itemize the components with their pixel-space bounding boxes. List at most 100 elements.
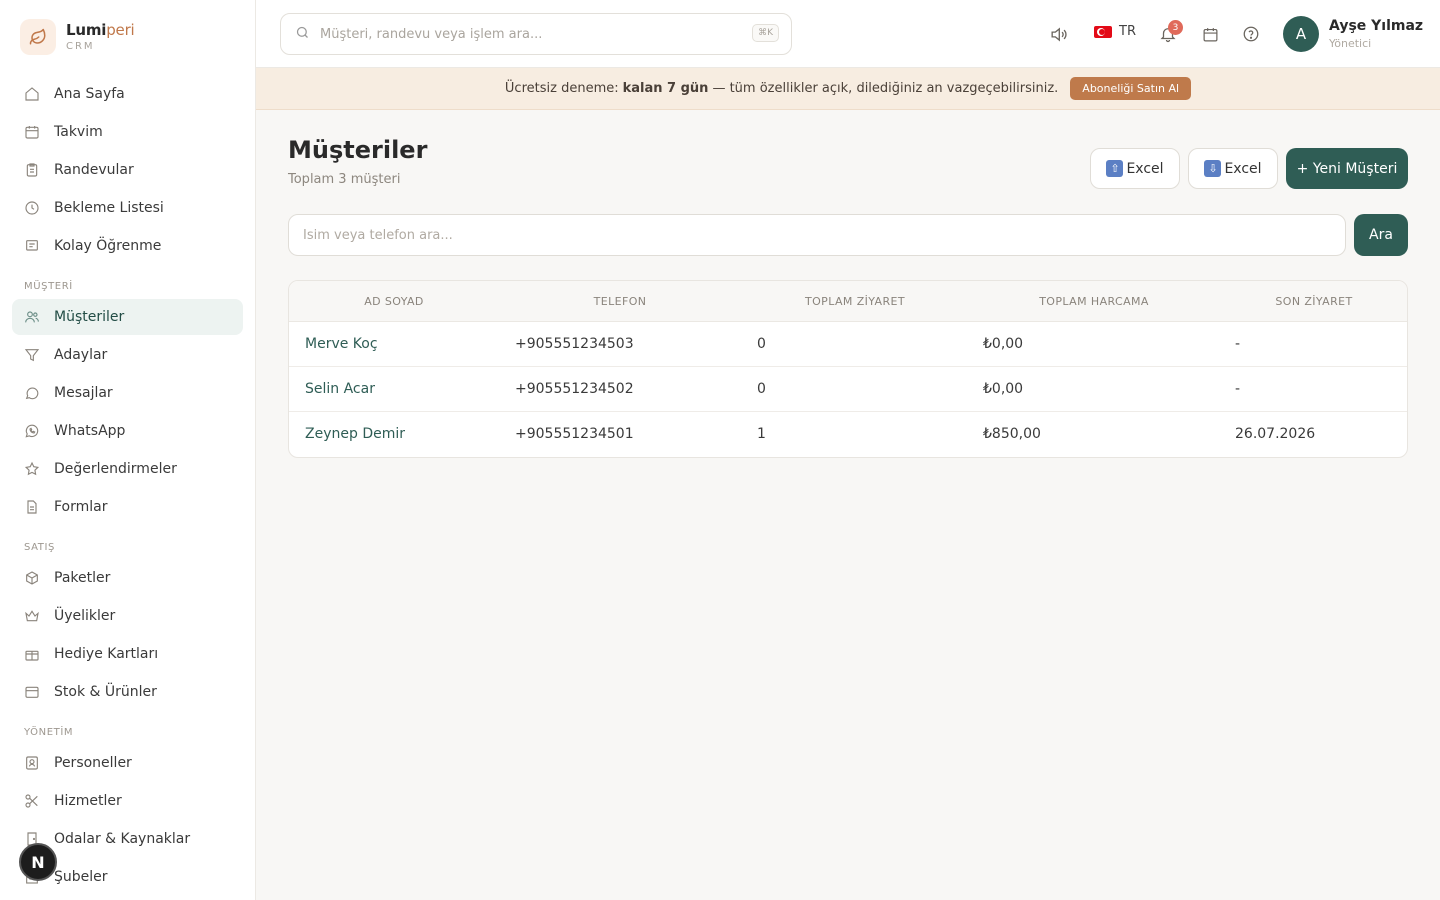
gift-icon bbox=[24, 646, 40, 662]
sidebar-item-takvim[interactable]: Takvim bbox=[12, 114, 243, 150]
crown-icon bbox=[24, 608, 40, 624]
banner-suffix: — tüm özellikler açık, dilediğiniz an va… bbox=[712, 81, 1059, 96]
turkey-flag-icon bbox=[1094, 25, 1112, 38]
customer-visits: 0 bbox=[757, 336, 766, 352]
table-header: AD SOYAD TELEFON TOPLAM ZİYARET TOPLAM H… bbox=[289, 281, 1407, 322]
user-role: Yönetici bbox=[1329, 37, 1372, 50]
users-icon bbox=[24, 309, 40, 325]
sidebar-item-mesajlar[interactable]: Mesajlar bbox=[12, 375, 243, 411]
brand-sub: CRM bbox=[66, 40, 95, 52]
column-header[interactable]: SON ZİYARET bbox=[1275, 295, 1352, 308]
banner-prefix: Ücretsiz deneme: bbox=[504, 81, 619, 96]
clipboard-icon bbox=[24, 162, 40, 178]
user-name[interactable]: Ayşe Yılmaz bbox=[1329, 18, 1423, 34]
subscribe-button[interactable]: Aboneliği Satın Al bbox=[1070, 77, 1192, 100]
section-satis: SATIŞ bbox=[24, 542, 56, 553]
sidebar-item-label: Adaylar bbox=[54, 347, 108, 363]
customer-name-link[interactable]: Merve Koç bbox=[305, 336, 378, 352]
section-musteri: MÜŞTERİ bbox=[24, 281, 73, 292]
sidebar-item-label: Formlar bbox=[54, 499, 108, 515]
sidebar-item-hediye-kartlari[interactable]: Hediye Kartları bbox=[12, 636, 243, 672]
sidebar-item-label: Hediye Kartları bbox=[54, 646, 159, 662]
home-icon bbox=[24, 86, 40, 102]
calendar-icon bbox=[24, 124, 40, 140]
page-subtitle: Toplam 3 müşteri bbox=[288, 172, 401, 187]
column-header[interactable]: TOPLAM ZİYARET bbox=[805, 295, 905, 308]
sidebar-item-label: Takvim bbox=[54, 124, 103, 140]
table-row[interactable]: Merve Koç +905551234503 0 ₺0,00 - bbox=[289, 322, 1407, 367]
column-header[interactable]: TOPLAM HARCAMA bbox=[1039, 295, 1149, 308]
document-icon bbox=[24, 499, 40, 515]
archive-icon bbox=[24, 684, 40, 700]
sidebar-item-paketler[interactable]: Paketler bbox=[12, 560, 243, 596]
sidebar-item-personeller[interactable]: Personeller bbox=[12, 745, 243, 781]
shortcut-hint: ⌘K bbox=[752, 24, 779, 42]
sidebar-item-label: Paketler bbox=[54, 570, 111, 586]
avatar[interactable]: A bbox=[1283, 16, 1319, 52]
export-excel-button[interactable]: ⇩ Excel bbox=[1188, 148, 1278, 189]
next-dev-button[interactable]: N bbox=[19, 843, 57, 881]
customer-phone: +905551234501 bbox=[515, 426, 634, 442]
speaker-icon[interactable] bbox=[1048, 24, 1068, 44]
filter-icon bbox=[24, 347, 40, 363]
sidebar-item-ana-sayfa[interactable]: Ana Sayfa bbox=[12, 76, 243, 112]
customer-phone: +905551234503 bbox=[515, 336, 634, 352]
box-icon bbox=[24, 570, 40, 586]
arrow-up-icon: ⇧ bbox=[1106, 160, 1124, 177]
sidebar-item-degerlendirmeler[interactable]: Değerlendirmeler bbox=[12, 451, 243, 487]
sidebar-item-label: Hizmetler bbox=[54, 793, 122, 809]
calendar-icon[interactable] bbox=[1200, 24, 1220, 44]
sidebar-item-bekleme-listesi[interactable]: Bekleme Listesi bbox=[12, 190, 243, 226]
global-search-input[interactable] bbox=[320, 26, 740, 42]
page-title: Müşteriler bbox=[288, 136, 428, 164]
sidebar-item-label: Bekleme Listesi bbox=[54, 200, 164, 216]
customer-last-visit: - bbox=[1235, 336, 1241, 352]
leaf-logo-icon bbox=[20, 19, 56, 55]
customer-name-link[interactable]: Zeynep Demir bbox=[305, 426, 405, 442]
import-excel-button[interactable]: ⇧ Excel bbox=[1090, 148, 1180, 189]
sidebar-item-label: WhatsApp bbox=[54, 423, 126, 439]
sidebar-item-label: Üyelikler bbox=[54, 608, 116, 624]
topbar: ⌘K TR 3 A Ayşe Yılmaz Yönetici bbox=[256, 0, 1440, 68]
customer-spend: ₺850,00 bbox=[983, 426, 1041, 442]
customer-name-link[interactable]: Selin Acar bbox=[305, 381, 375, 397]
message-icon bbox=[24, 385, 40, 401]
sidebar-item-uyelikler[interactable]: Üyelikler bbox=[12, 598, 243, 634]
sidebar-item-formlar[interactable]: Formlar bbox=[12, 489, 243, 525]
sidebar-item-label: Kolay Öğrenme bbox=[54, 238, 162, 254]
banner-highlight: kalan 7 gün bbox=[622, 81, 709, 96]
sidebar-item-whatsapp[interactable]: WhatsApp bbox=[12, 413, 243, 449]
new-customer-button[interactable]: + Yeni Müşteri bbox=[1286, 148, 1408, 189]
customer-phone: +905551234502 bbox=[515, 381, 634, 397]
sidebar-item-hizmetler[interactable]: Hizmetler bbox=[12, 783, 243, 819]
sidebar-item-stok-urunler[interactable]: Stok & Ürünler bbox=[12, 674, 243, 710]
help-icon[interactable] bbox=[1241, 24, 1261, 44]
table-row[interactable]: Zeynep Demir +905551234501 1 ₺850,00 26.… bbox=[289, 412, 1407, 457]
sidebar-item-randevular[interactable]: Randevular bbox=[12, 152, 243, 188]
customer-visits: 0 bbox=[757, 381, 766, 397]
language-switcher[interactable]: TR bbox=[1094, 24, 1136, 39]
language-label: TR bbox=[1119, 24, 1136, 39]
sidebar-item-label: Randevular bbox=[54, 162, 134, 178]
customer-search-input[interactable] bbox=[288, 214, 1346, 256]
sidebar-item-adaylar[interactable]: Adaylar bbox=[12, 337, 243, 373]
customer-last-visit: - bbox=[1235, 381, 1241, 397]
customer-spend: ₺0,00 bbox=[983, 381, 1024, 397]
global-search[interactable]: ⌘K bbox=[280, 13, 792, 55]
column-header[interactable]: TELEFON bbox=[594, 295, 647, 308]
column-header[interactable]: AD SOYAD bbox=[364, 295, 424, 308]
customers-table: AD SOYAD TELEFON TOPLAM ZİYARET TOPLAM H… bbox=[288, 280, 1408, 458]
import-excel-label: Excel bbox=[1126, 160, 1164, 177]
sidebar-item-kolay-ogrenme[interactable]: Kolay Öğrenme bbox=[12, 228, 243, 264]
search-button[interactable]: Ara bbox=[1354, 214, 1408, 256]
export-excel-label: Excel bbox=[1224, 160, 1262, 177]
notification-badge: 3 bbox=[1168, 20, 1183, 35]
sidebar-item-musteriler[interactable]: Müşteriler bbox=[12, 299, 243, 335]
clock-icon bbox=[24, 200, 40, 216]
sidebar-item-label: Mesajlar bbox=[54, 385, 113, 401]
sidebar-item-label: Ana Sayfa bbox=[54, 86, 125, 102]
person-badge-icon bbox=[24, 755, 40, 771]
brand[interactable]: Lumiperi CRM bbox=[20, 19, 135, 55]
table-row[interactable]: Selin Acar +905551234502 0 ₺0,00 - bbox=[289, 367, 1407, 412]
sidebar-item-label: Stok & Ürünler bbox=[54, 684, 157, 700]
